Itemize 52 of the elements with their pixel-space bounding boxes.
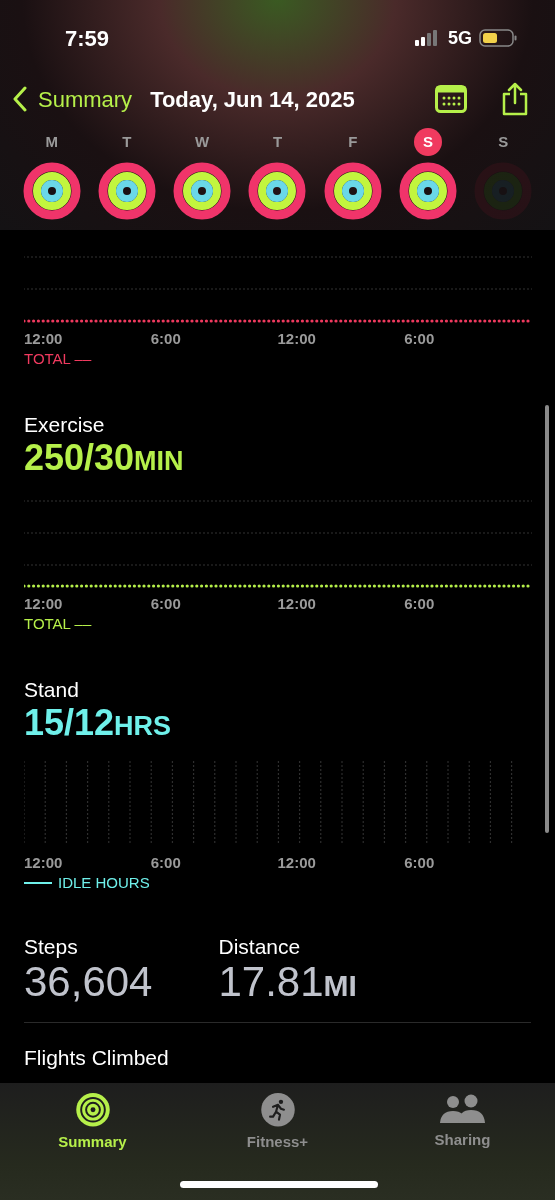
day-letter[interactable]: S: [489, 128, 518, 156]
day-letter[interactable]: F: [338, 128, 367, 156]
people-icon: [439, 1093, 486, 1125]
day-letter[interactable]: T: [112, 128, 141, 156]
axis-label: 6:00: [150, 330, 182, 348]
axis-label: 12:00: [277, 595, 317, 613]
activity-rings-icon[interactable]: [399, 162, 458, 220]
axis-label: 6:00: [150, 854, 182, 872]
back-button[interactable]: Summary: [12, 82, 133, 116]
tab-button[interactable]: Summary: [0, 1093, 185, 1153]
stat-label: Flights Climbed: [24, 1045, 170, 1071]
share-icon[interactable]: [501, 82, 529, 116]
axis-label: 6:00: [150, 595, 182, 613]
stat-value: 17.81MI: [218, 960, 357, 1007]
day-letter[interactable]: W: [188, 128, 217, 156]
chevron-icon: [12, 86, 28, 112]
stat-value: 36,604: [24, 960, 153, 1004]
activity-rings-icon[interactable]: [248, 162, 307, 220]
network-label: 5G: [448, 26, 472, 50]
stat-label: Distance: [218, 934, 302, 960]
stat-label: Steps: [24, 934, 79, 960]
axis-label: 6:00: [404, 330, 436, 348]
goal-value: 250/30MIN: [24, 438, 185, 480]
day-letter[interactable]: T: [263, 128, 292, 156]
legend-label: TOTAL ––: [24, 349, 92, 369]
section-title: Stand: [24, 677, 80, 703]
axis-label: 6:00: [404, 854, 436, 872]
calendar-icon[interactable]: [435, 85, 467, 113]
legend-line-icon: [24, 882, 52, 884]
tab-button[interactable]: Sharing: [370, 1093, 555, 1153]
battery-icon: [479, 29, 517, 47]
activity-rings-icon[interactable]: [323, 162, 382, 220]
axis-label: 6:00: [404, 595, 436, 613]
activity-rings-icon[interactable]: [173, 162, 232, 220]
goal-value: 15/12HRS: [24, 703, 173, 745]
axis-label: 12:00: [277, 330, 317, 348]
legend-label: TOTAL ––: [24, 614, 92, 634]
axis-label: 12:00: [24, 595, 64, 613]
day-letter[interactable]: M: [37, 128, 66, 156]
status-time: 7:59: [65, 24, 110, 53]
section-title: Exercise: [24, 412, 106, 438]
axis-label: 12:00: [24, 854, 64, 872]
activity-rings-icon[interactable]: [97, 162, 156, 220]
legend-label: IDLE HOURS: [58, 873, 150, 893]
rings-icon: [75, 1093, 110, 1127]
axis-label: 12:00: [277, 854, 317, 872]
runner-icon: [260, 1093, 295, 1127]
day-letter[interactable]: S: [414, 128, 443, 156]
activity-rings-icon[interactable]: [22, 162, 81, 220]
date-title: Today, Jun 14, 2025: [150, 85, 355, 114]
axis-label: 12:00: [24, 330, 64, 348]
tab-button[interactable]: Fitness+: [185, 1093, 370, 1153]
